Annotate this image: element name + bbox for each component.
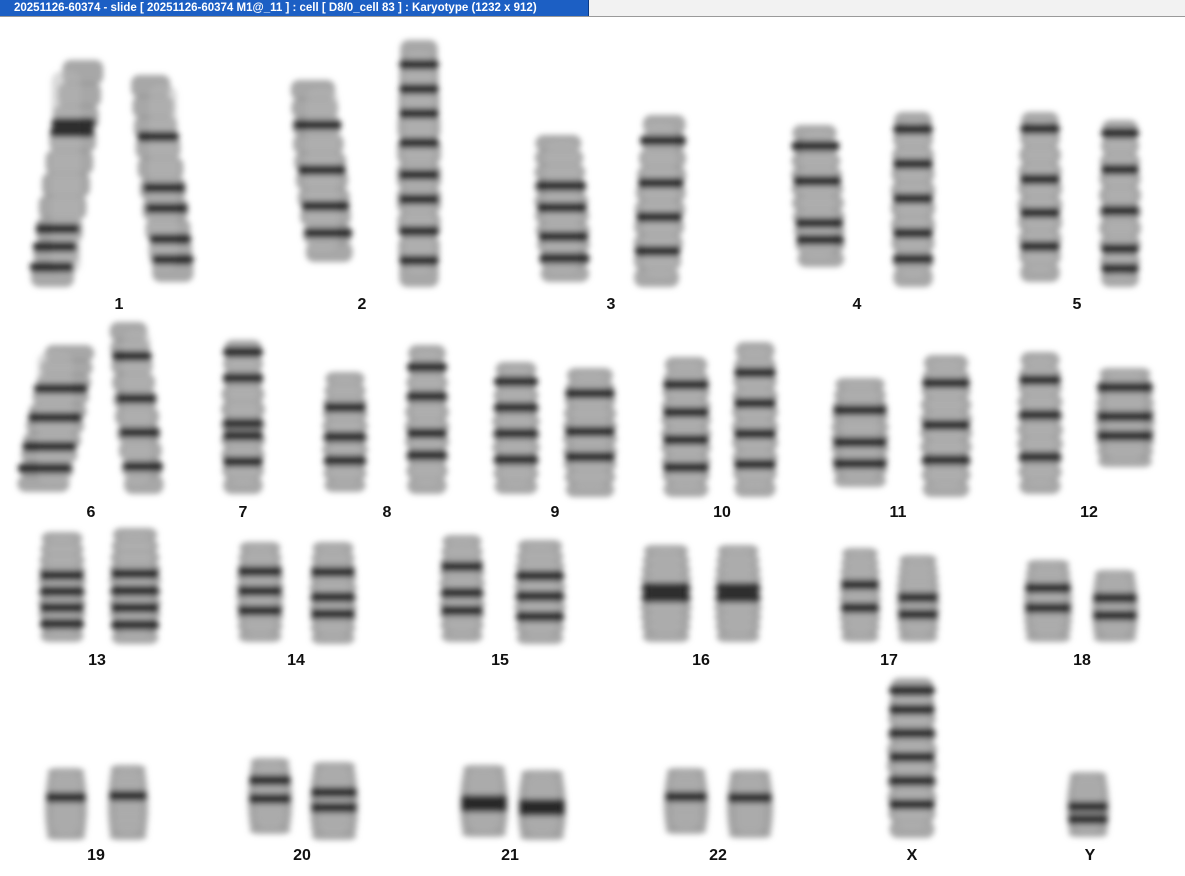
chromatid-image xyxy=(247,758,293,834)
chromosome-pair-18[interactable] xyxy=(1023,560,1139,642)
chromatid-image xyxy=(887,678,937,838)
chromosome-label-11: 11 xyxy=(890,504,907,521)
chromatid-image xyxy=(38,532,86,642)
chromosome-pair-17[interactable] xyxy=(839,548,940,642)
chromosome-label-12: 12 xyxy=(1080,504,1098,521)
chromatid-image xyxy=(107,765,149,840)
chromosome-label-22: 22 xyxy=(709,847,727,864)
chromatid-image xyxy=(896,555,940,642)
chromatid-image xyxy=(732,342,778,497)
chromosome-pair-19[interactable] xyxy=(44,765,149,840)
chromatid-image xyxy=(714,545,762,642)
chromatid-image xyxy=(44,768,88,840)
chromatid-image xyxy=(517,770,567,840)
chromatid-image xyxy=(17,345,95,492)
chromatid-image xyxy=(221,340,265,494)
chromosome-pair-22[interactable] xyxy=(663,768,774,838)
chromatid-image xyxy=(791,125,845,267)
chromosome-pair-12[interactable] xyxy=(1017,352,1155,494)
chromosome-pair-4[interactable] xyxy=(791,112,935,287)
chromosome-pair-8[interactable] xyxy=(322,345,449,494)
chromosome-pair-3[interactable] xyxy=(534,115,686,287)
chromatid-image xyxy=(839,548,881,642)
chromosome-label-20: 20 xyxy=(293,847,311,864)
chromosome-pair-16[interactable] xyxy=(640,545,762,642)
chromatid-image xyxy=(1095,368,1155,467)
chromatid-image xyxy=(1066,772,1110,837)
chromatid-image xyxy=(663,768,709,834)
chromatid-image xyxy=(322,372,368,492)
chromosome-label-1: 1 xyxy=(115,296,124,313)
chromatid-image xyxy=(634,115,686,287)
chromosome-pair-10[interactable] xyxy=(661,342,778,497)
chromatid-image xyxy=(309,762,359,840)
chromatid-image xyxy=(309,542,357,644)
chromatid-image xyxy=(29,60,104,287)
chromatid-image xyxy=(131,75,194,282)
chromatid-image xyxy=(397,40,441,287)
chromosome-label-16: 16 xyxy=(692,652,710,669)
karyogram-canvas: 1 2 3 4 56 7 8 9 10 11 1213 14 15 16 17 1819 20 21 22 X Y xyxy=(17,40,1155,864)
chromatid-image xyxy=(290,80,353,262)
chromosome-pair-9[interactable] xyxy=(492,362,617,497)
chromatid-image xyxy=(726,770,774,838)
chromosome-label-4: 4 xyxy=(853,296,862,313)
chromatid-image xyxy=(661,357,711,497)
chromosome-label-3: 3 xyxy=(607,296,616,313)
chromosome-label-6: 6 xyxy=(87,504,96,521)
chromosome-pair-15[interactable] xyxy=(439,535,566,644)
chromatid-image xyxy=(1091,570,1139,642)
chromatid-image xyxy=(1099,120,1141,287)
chromatid-image xyxy=(920,355,972,497)
chromosome-pair-14[interactable] xyxy=(236,542,357,644)
chromatid-image xyxy=(1018,112,1062,282)
chromatid-image xyxy=(891,112,935,287)
chromosome-label-7: 7 xyxy=(239,504,248,521)
chromosome-label-10: 10 xyxy=(713,504,731,521)
chromosome-pair-1[interactable] xyxy=(29,60,194,287)
chromatid-image xyxy=(831,378,889,487)
chromosome-pair-6[interactable] xyxy=(17,322,164,494)
chromosome-label-x: X xyxy=(907,847,918,864)
chromosome-pair-7[interactable] xyxy=(221,340,265,494)
chromosome-label-8: 8 xyxy=(383,504,392,521)
chromatid-image xyxy=(236,542,284,642)
chromatid-image xyxy=(109,528,161,644)
chromosome-label-9: 9 xyxy=(551,504,560,521)
chromosome-pair-13[interactable] xyxy=(38,528,161,644)
chromosome-label-15: 15 xyxy=(491,652,509,669)
chromatid-image xyxy=(459,765,509,837)
chromosome-label-17: 17 xyxy=(880,652,898,669)
chromosome-pair-x[interactable] xyxy=(887,678,937,838)
chromatid-image xyxy=(1023,560,1073,642)
chromatid-image xyxy=(492,362,540,494)
chromosome-pair-21[interactable] xyxy=(459,765,567,840)
chromatid-image xyxy=(1017,352,1063,494)
chromosome-pair-11[interactable] xyxy=(831,355,972,497)
chromatid-image xyxy=(514,540,566,644)
chromosome-label-5: 5 xyxy=(1073,296,1082,313)
chromosome-label-18: 18 xyxy=(1073,652,1091,669)
chromosome-label-13: 13 xyxy=(88,652,106,669)
chromosome-label-21: 21 xyxy=(501,847,519,864)
chromosome-pair-5[interactable] xyxy=(1018,112,1141,287)
chromosome-pair-20[interactable] xyxy=(247,758,359,840)
chromosome-pair-2[interactable] xyxy=(290,40,441,287)
chromosome-label-19: 19 xyxy=(87,847,105,864)
chromatid-image xyxy=(640,545,692,642)
chromosome-label-y: Y xyxy=(1085,847,1096,864)
chromatid-image xyxy=(563,368,617,497)
chromosome-pair-y[interactable] xyxy=(1066,772,1110,837)
chromosome-label-14: 14 xyxy=(287,652,305,669)
chromatid-image xyxy=(534,135,590,282)
chromosome-label-2: 2 xyxy=(358,296,367,313)
chromatid-image xyxy=(109,322,164,494)
chromatid-image xyxy=(405,345,449,494)
chromatid-image xyxy=(439,535,485,642)
